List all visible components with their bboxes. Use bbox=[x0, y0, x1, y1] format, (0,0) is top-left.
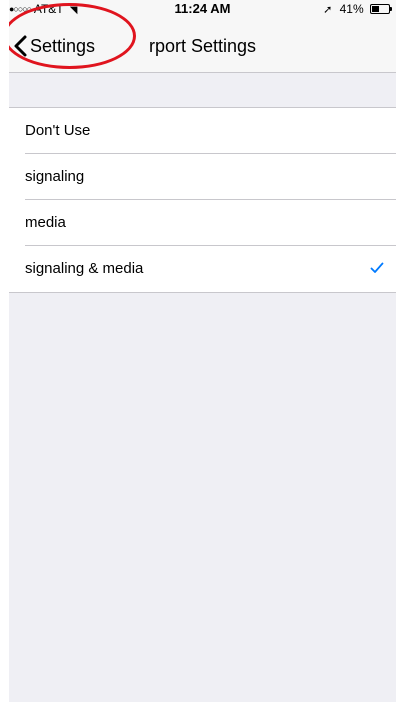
battery-fill bbox=[372, 6, 379, 12]
option-row-signaling[interactable]: signaling bbox=[9, 154, 396, 200]
battery-cap bbox=[390, 7, 392, 11]
screen: ●○○○○ AT&T ◥ 11:24 AM ➚ 41% Settings rpo… bbox=[9, 0, 396, 702]
option-label: Don't Use bbox=[25, 122, 91, 139]
option-row-dont-use[interactable]: Don't Use bbox=[9, 108, 396, 154]
back-button-label: Settings bbox=[30, 36, 96, 56]
option-label: signaling bbox=[25, 168, 85, 185]
battery-percentage: 41% bbox=[339, 2, 364, 16]
navigation-bar: Settings rport Settings bbox=[9, 20, 396, 73]
location-arrow-icon: ➚ bbox=[323, 4, 333, 16]
battery-icon bbox=[370, 4, 392, 14]
status-bar: ●○○○○ AT&T ◥ 11:24 AM ➚ 41% bbox=[9, 0, 396, 20]
status-right: ➚ 41% bbox=[323, 2, 392, 17]
back-button[interactable]: Settings bbox=[13, 32, 95, 60]
option-label: signaling & media bbox=[25, 260, 144, 277]
checkmark-icon bbox=[370, 262, 384, 273]
option-label: media bbox=[25, 214, 66, 231]
chevron-left-icon bbox=[14, 35, 27, 57]
options-list: Don't Use signaling media signaling & me… bbox=[9, 107, 396, 293]
option-row-signaling-media[interactable]: signaling & media bbox=[9, 246, 396, 292]
option-row-media[interactable]: media bbox=[9, 200, 396, 246]
page-title: rport Settings bbox=[149, 36, 257, 56]
